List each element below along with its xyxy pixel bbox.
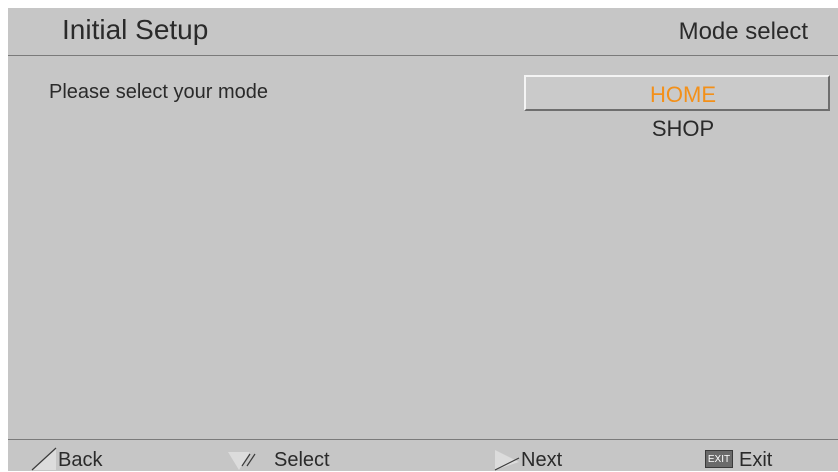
back-hint[interactable]: Back bbox=[28, 444, 148, 472]
back-label: Back bbox=[58, 449, 103, 471]
mode-option-home[interactable]: HOME bbox=[524, 75, 830, 111]
page-title: Initial Setup bbox=[62, 14, 209, 45]
select-icon bbox=[228, 452, 256, 470]
next-label: Next bbox=[521, 449, 563, 471]
exit-key-icon: EXIT bbox=[705, 450, 733, 468]
select-hint[interactable]: Select bbox=[222, 444, 352, 472]
mode-option-shop[interactable]: SHOP bbox=[524, 111, 830, 147]
page-subtitle: Mode select bbox=[678, 18, 808, 45]
left-arrow-icon bbox=[31, 447, 57, 471]
header-bar: Initial Setup Mode select bbox=[8, 8, 838, 56]
mode-prompt: Please select your mode bbox=[49, 81, 269, 103]
exit-hint[interactable]: EXIT Exit bbox=[705, 444, 815, 472]
footer-bar: Back Select Next EXIT Exit bbox=[8, 439, 838, 472]
exit-label: Exit bbox=[739, 449, 773, 471]
next-hint[interactable]: Next bbox=[493, 444, 613, 472]
mode-option-list: HOME SHOP bbox=[524, 75, 834, 147]
osd-screen: Initial Setup Mode select Please select … bbox=[8, 8, 838, 471]
select-label: Select bbox=[274, 449, 330, 471]
